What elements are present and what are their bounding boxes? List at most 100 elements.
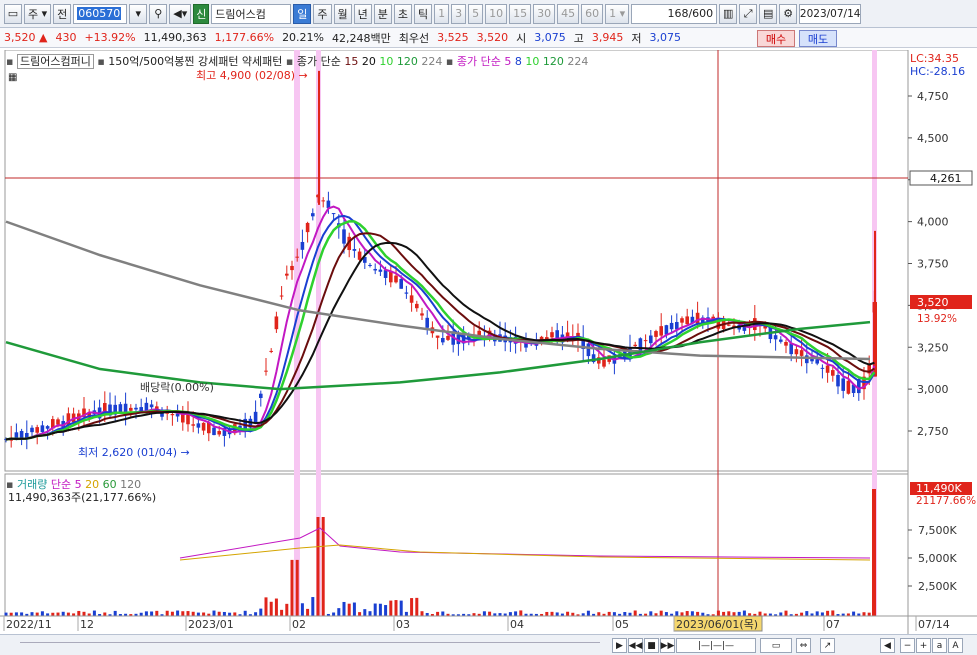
count-total: /600 (688, 7, 714, 20)
candle-body (170, 414, 175, 416)
stock-code-input[interactable]: 060570 (73, 3, 128, 24)
interval-1[interactable]: 1 (434, 3, 450, 24)
tab-minute[interactable]: 분 (373, 3, 392, 24)
scroll-left-icon[interactable]: ◀ (880, 638, 895, 653)
candle-body (409, 295, 414, 303)
volume-bar (623, 612, 627, 616)
volume-bar (384, 605, 388, 616)
interval-10[interactable]: 10 (485, 3, 508, 24)
volume-bar (202, 612, 206, 616)
rewind-icon[interactable]: ◀◀ (628, 638, 643, 653)
expand-icon[interactable]: ↗ (820, 638, 835, 653)
volume-bar (222, 611, 226, 616)
time-label: 2023/06/01(목) (676, 618, 758, 631)
buy-button[interactable]: 매수 (757, 30, 795, 47)
candle-body (420, 313, 424, 316)
tab-month[interactable]: 월 (333, 3, 352, 24)
candle-body (836, 374, 840, 387)
candle-body (253, 411, 258, 423)
count-field[interactable]: 168/600 (631, 3, 718, 24)
stock-name-field[interactable]: 드림어스컴 (211, 3, 292, 24)
plus-icon[interactable]: + (916, 638, 931, 653)
stop-icon[interactable]: ■ (644, 638, 659, 653)
window-icon[interactable]: ▭ (4, 3, 22, 24)
candle-body (134, 407, 138, 410)
candle-body (19, 430, 24, 439)
candle-body (383, 270, 388, 278)
volume-tick-label: 5,000K (918, 552, 957, 565)
forward-icon[interactable]: ▶▶ (660, 638, 675, 653)
interval-30[interactable]: 30 (533, 3, 556, 24)
date-field[interactable]: 2023/07/14 (799, 3, 862, 24)
volume-bar (20, 612, 24, 616)
table-icon[interactable]: ▦ (8, 72, 17, 83)
volume-bar (779, 612, 783, 616)
legend-ma-close-2: 종가 단순 (456, 55, 501, 68)
interval-15[interactable]: 15 (509, 3, 532, 24)
sell-button[interactable]: 매도 (799, 30, 837, 47)
volume-bar (815, 611, 819, 616)
volume-bar (852, 611, 856, 616)
text-size-up-icon[interactable]: A (948, 638, 963, 653)
volume-bar (394, 600, 398, 616)
crosshair-value: 4,261 (930, 172, 962, 185)
text-size-down-icon[interactable]: a (932, 638, 947, 653)
tab-second[interactable]: 초 (393, 3, 413, 24)
candle-body (191, 424, 195, 426)
candle-body (602, 359, 606, 367)
volume-bar (186, 611, 190, 616)
tab-week[interactable]: 주 (313, 3, 332, 24)
candle-body (321, 200, 325, 202)
tab-day[interactable]: 일 (293, 3, 312, 24)
zoom-slider[interactable]: |—|—|— (676, 638, 756, 653)
scroll-track[interactable] (20, 642, 600, 648)
candle-settings-icon[interactable]: ▥ (719, 3, 738, 24)
drawing-tool-icon[interactable]: ⤢ (739, 3, 758, 24)
minus-icon[interactable]: − (900, 638, 915, 653)
turnover: 20.21% (282, 31, 325, 44)
tab-year[interactable]: 년 (353, 3, 372, 24)
volume-bar (716, 610, 720, 616)
gear-icon[interactable]: ⚙ (779, 3, 798, 24)
volume-bar (378, 603, 382, 616)
sound-icon[interactable]: ◀▾ (169, 3, 192, 24)
volume-bar (352, 602, 356, 616)
candle-body (441, 338, 445, 343)
price-tick-label: 4,750 (917, 90, 949, 103)
code-dropdown-icon[interactable]: ▾ (129, 3, 148, 24)
zoom-range[interactable]: ▭ (760, 638, 792, 653)
interval-60[interactable]: 60 (581, 3, 604, 24)
new-badge[interactable]: 신 (193, 3, 210, 24)
legend-ma15: 15 (344, 55, 359, 68)
scroll-end-left-icon[interactable]: ▶ (612, 638, 627, 653)
save-icon[interactable]: ▤ (759, 3, 778, 24)
volume-bar (311, 597, 315, 616)
previous-button[interactable]: 전 (53, 3, 72, 24)
volume-bar (399, 600, 403, 616)
open-value: 3,075 (534, 31, 566, 44)
candle-body (633, 344, 637, 347)
range-icon[interactable]: ⇔ (796, 638, 811, 653)
volume-bar (784, 610, 788, 616)
chart-scrollbar[interactable]: ▶ ◀◀ ■ ▶▶ |—|—|— ▭ ⇔ ↗ ◀ − + a A (0, 634, 977, 655)
candle-body (794, 349, 799, 355)
volume-bar (441, 611, 445, 616)
interval-45[interactable]: 45 (557, 3, 580, 24)
volume-bar (690, 611, 694, 616)
candle-body (35, 427, 39, 433)
candle-body (326, 200, 331, 209)
candle-body (643, 340, 648, 342)
time-label: 07 (826, 618, 840, 631)
tab-tick[interactable]: 틱 (414, 3, 433, 24)
stock-code-value: 060570 (77, 7, 122, 20)
volume-bar (290, 559, 294, 616)
stock-chart[interactable]: 4,7504,5004,2504,0003,7503,5003,2503,000… (0, 50, 977, 634)
right-arrow-icon: → (298, 69, 308, 82)
interval-3[interactable]: 3 (451, 3, 467, 24)
period-type-select[interactable]: 주 ▾ (24, 3, 52, 24)
volume-bar (82, 611, 86, 616)
volume-bar (144, 611, 148, 616)
search-icon[interactable]: ⚲ (149, 3, 168, 24)
interval-5[interactable]: 5 (468, 3, 484, 24)
interval-select[interactable]: 1 ▾ (605, 3, 630, 24)
